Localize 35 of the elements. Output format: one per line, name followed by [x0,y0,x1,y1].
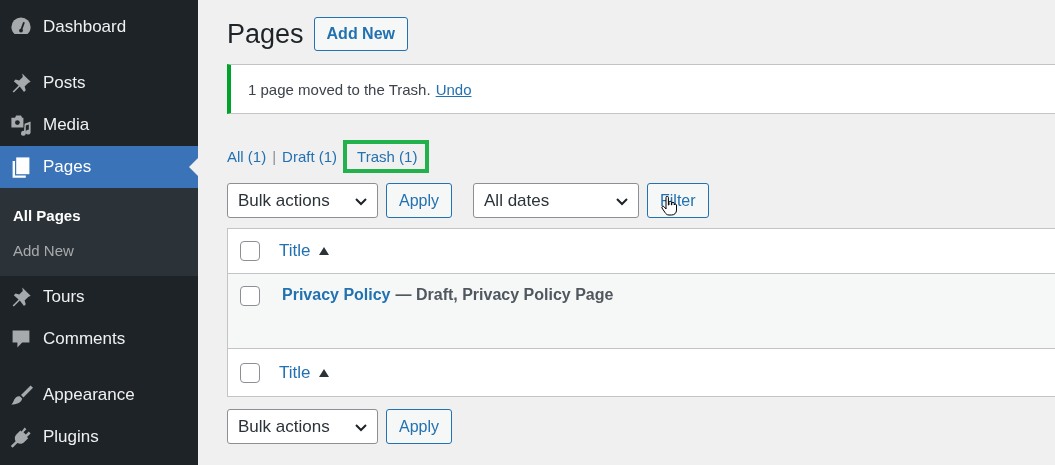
submenu-item[interactable]: Add New [0,233,198,268]
title-column-header[interactable]: Title [279,362,311,383]
view-filter-link[interactable]: All (1) [227,143,267,169]
page-state: — Draft, Privacy Policy Page [395,286,614,304]
add-new-button[interactable]: Add New [313,17,408,51]
select-all-checkbox[interactable] [240,362,260,383]
menu-item[interactable]: Appearance [0,374,198,416]
notice-message: 1 page moved to the Trash. [248,80,431,98]
sort-ascending-icon [318,368,329,377]
apply-button[interactable]: Apply [386,409,453,444]
view-filter-link[interactable]: Draft (1) [282,143,338,169]
page-title-link[interactable]: Privacy Policy [282,286,391,304]
submenu-item[interactable]: All Pages [0,198,198,233]
select-all-checkbox[interactable] [240,241,260,261]
title-column-header[interactable]: Title [279,241,311,261]
page-title: Pages [227,18,304,50]
sort-ascending-icon [318,247,329,255]
active-pointer-icon [189,158,198,176]
menu-item[interactable]: Tours [0,276,198,318]
menu-item[interactable]: Dashboard [0,6,198,48]
separator: | [272,147,277,165]
menu-item[interactable]: Media [0,104,198,146]
menu-item[interactable]: Pages [0,146,198,188]
menu-item[interactable]: Comments [0,318,198,360]
undo-link[interactable]: Undo [435,80,472,98]
dates-dropdown[interactable]: All dates [473,183,640,218]
apply-button[interactable]: Apply [386,183,453,218]
bulk-actions-dropdown[interactable]: Bulk actions [227,409,378,444]
camera-note-icon [9,113,33,137]
menu-item[interactable]: Plugins [0,416,198,458]
bulk-actions-dropdown[interactable]: Bulk actions [227,183,378,218]
menu-item[interactable]: Posts [0,62,198,104]
brush-icon [9,383,33,407]
plug-icon [9,425,33,449]
row-checkbox[interactable] [240,286,260,306]
